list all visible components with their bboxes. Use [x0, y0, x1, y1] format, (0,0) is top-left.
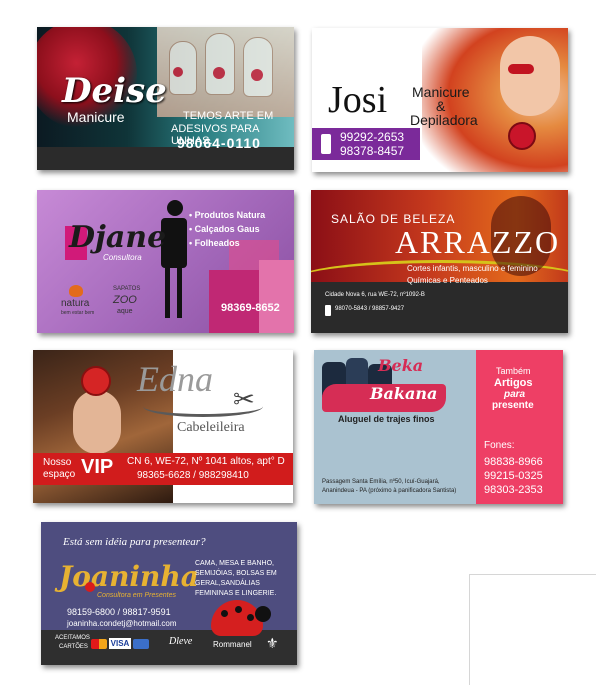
joaninha-product-4: FEMININAS E LINGERIE.	[195, 590, 277, 597]
card-deise: Deise Manicure TEMOS ARTE EM ADESIVOS PA…	[37, 27, 294, 170]
edna-promo-small-2: espaço	[43, 469, 76, 480]
beka-phone-2: 99215-0325	[484, 470, 543, 482]
face-image	[500, 36, 560, 116]
deise-name: Deise	[62, 71, 167, 111]
beka-side-1: Também	[496, 366, 531, 376]
deise-role: Manicure	[67, 109, 125, 125]
card-djane: Djane Consultora • Produtos Natura • Cal…	[37, 190, 294, 333]
nails-image	[157, 27, 294, 117]
beka-tagline: Aluguel de trajes finos	[338, 414, 435, 424]
natura-tagline: bem estar bem	[61, 310, 95, 316]
flower-ring-image	[508, 122, 536, 150]
sapatos-mark: ZOO	[113, 294, 137, 306]
beka-phone-1: 98838-8966	[484, 456, 543, 468]
arrazzo-services-1: Cortes infantis, masculino e feminino	[407, 264, 538, 273]
beka-name-2: Bakana	[370, 384, 438, 403]
scissors-icon: ✂	[233, 384, 255, 414]
face-image	[73, 390, 121, 454]
card-arrazzo: SALÃO DE BELEZA ARRAZZO Cortes infantis,…	[311, 190, 568, 333]
joaninha-phones: 98159-6800 / 98817-9591	[67, 607, 171, 617]
djane-item-3: • Folheados	[189, 238, 240, 248]
edna-promo-small-1: Nosso	[43, 457, 72, 468]
card-beka: Beka Bakana Aluguel de trajes finos Tamb…	[314, 350, 563, 504]
edna-promo-big: VIP	[81, 456, 114, 478]
djane-subtitle: Consultora	[103, 253, 142, 262]
josi-phone-1: 99292-2653	[340, 130, 405, 144]
edna-name: Edna	[137, 359, 213, 399]
beka-side-3: para	[504, 389, 526, 400]
deise-slogan-1: TEMOS ARTE EM	[183, 110, 274, 122]
card-joaninha: Está sem idéia para presentear? Joaninha…	[41, 522, 297, 665]
beka-side-2: Artigos	[494, 377, 533, 389]
natura-logo-icon	[69, 285, 83, 297]
edna-address: CN 6, WE-72, Nº 1041 altos, apt° D	[127, 456, 285, 467]
beka-fones-label: Fones:	[484, 440, 515, 451]
natura-brand: natura	[61, 298, 90, 309]
beka-phone-3: 98303-2353	[484, 484, 543, 496]
joaninha-product-3: GERAL,SANDÁLIAS	[195, 580, 260, 587]
sapatos-label: SAPATOS	[113, 286, 141, 292]
ladybug-head	[255, 606, 271, 622]
dleve-brand: Dleve	[169, 636, 193, 647]
joaninha-name: Joaninha	[59, 560, 199, 593]
arrazzo-name: ARRAZZO	[395, 224, 561, 260]
fleur-icon: ⚜	[266, 635, 279, 651]
arrazzo-services-2: Químicas e Penteados	[407, 276, 488, 285]
beka-side-4: presente	[492, 400, 534, 411]
djane-phone: 98369-8652	[221, 302, 280, 314]
joaninha-product-2: SEMIJÓIAS, BOLSAS EM	[195, 570, 277, 577]
josi-phone-2: 98378-8457	[340, 144, 405, 158]
page-edge	[469, 574, 596, 685]
cellphone-icon	[321, 134, 331, 154]
amex-card-icon	[133, 639, 149, 649]
edna-phones: 98365-6628 / 988298410	[137, 470, 249, 481]
mastercard-icon	[91, 639, 107, 649]
woman-silhouette-image	[153, 200, 193, 320]
card-josi: Josi Manicure & Depiladora 99292-2653 98…	[312, 28, 568, 172]
beka-address-2: Ananindeua - PA (próximo à panificadora …	[322, 488, 457, 494]
lips-image	[508, 64, 534, 74]
card-edna: ✂ Edna Cabeleileira Nosso espaço VIP CN …	[33, 350, 293, 503]
rommanel-brand: Rommanel	[213, 640, 252, 649]
josi-name: Josi	[328, 79, 388, 121]
joaninha-question: Está sem idéia para presentear?	[63, 536, 206, 548]
ladybug-small-icon	[85, 582, 95, 592]
cellphone-icon	[325, 305, 331, 316]
josi-role-3: Depiladora	[410, 112, 478, 128]
joaninha-subtitle: Consultora em Presentes	[97, 592, 176, 599]
flower-icon	[81, 366, 111, 396]
djane-item-2: • Calçados Gaus	[189, 224, 260, 234]
arrazzo-phones: 98070-5843 / 98857-9427	[335, 306, 405, 312]
joaninha-accepted-1: ACEITAMOS	[55, 635, 90, 641]
joaninha-email: joaninha.condetj@hotmail.com	[67, 619, 177, 628]
beka-name-1: Beka	[378, 356, 424, 375]
sapatos-sub: aque	[117, 308, 133, 315]
visa-card-icon: VISA	[109, 638, 131, 649]
joaninha-product-1: CAMA, MESA E BANHO,	[195, 560, 274, 567]
djane-name: Djane	[69, 220, 167, 255]
deise-phone: 98064-0110	[177, 135, 261, 151]
djane-item-1: • Produtos Natura	[189, 210, 266, 220]
edna-role: Cabeleileira	[177, 420, 245, 435]
beka-address-1: Passagem Santa Emília, nº50, Icuí-Guajar…	[322, 479, 440, 485]
arrazzo-address: Cidade Nova 6, rua WE-72, nº1092-B	[325, 292, 425, 298]
joaninha-accepted-2: CARTÕES	[59, 644, 88, 650]
